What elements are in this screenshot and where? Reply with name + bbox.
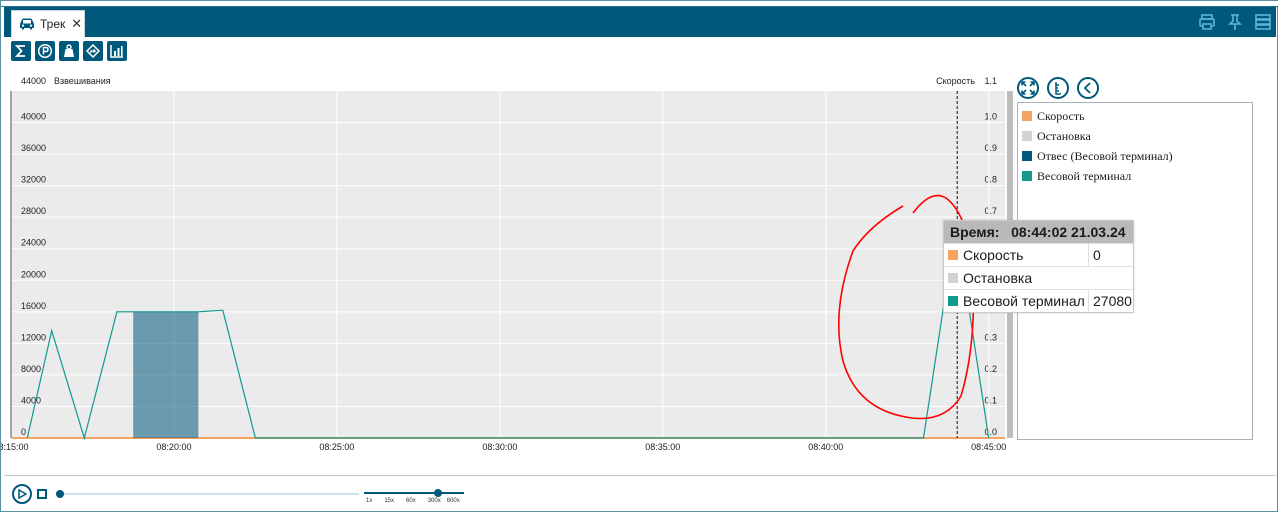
tooltip-row: Весовой терминал 27080 bbox=[944, 289, 1133, 312]
tooltip-row-label: Весовой терминал bbox=[963, 293, 1085, 309]
play-icon bbox=[18, 489, 27, 499]
x-tick-label: 08:20:00 bbox=[156, 442, 191, 452]
tooltip-row: Остановка bbox=[944, 266, 1133, 289]
tooltip-row-value: 0 bbox=[1093, 247, 1101, 263]
legend-label: Остановка bbox=[1037, 128, 1091, 143]
y-left-max-label: 44000 bbox=[21, 76, 46, 86]
legend-swatch bbox=[1022, 131, 1032, 141]
y-left-tick-label: 40000 bbox=[21, 112, 46, 122]
timeline-slider[interactable] bbox=[56, 490, 359, 498]
y-right-tick-label: 0.3 bbox=[984, 332, 997, 342]
x-tick-label: 08:40:00 bbox=[808, 442, 843, 452]
legend-label: Скорость bbox=[1037, 108, 1085, 123]
x-tick-label: 08:15:00 bbox=[1, 442, 29, 452]
y-right-tick-label: 0.2 bbox=[984, 364, 997, 374]
legend-label: Весовой терминал bbox=[1037, 168, 1132, 183]
y-right-title: Скорость bbox=[936, 76, 975, 86]
stop-button[interactable] bbox=[37, 489, 47, 499]
y-left-tick-label: 28000 bbox=[21, 206, 46, 216]
y-right-tick-label: 0.1 bbox=[984, 395, 997, 405]
y-left-tick-label: 24000 bbox=[21, 238, 46, 248]
legend-item-terminal[interactable]: Весовой терминал bbox=[1022, 166, 1252, 186]
tooltip-swatch bbox=[948, 250, 958, 260]
tooltip-row-value bbox=[1089, 267, 1093, 289]
legend-swatch bbox=[1022, 151, 1032, 161]
speed-option[interactable]: 60x bbox=[406, 498, 416, 504]
tooltip-row-value: 27080 bbox=[1093, 293, 1132, 309]
play-button[interactable] bbox=[12, 484, 32, 504]
expand-button[interactable] bbox=[1017, 77, 1039, 99]
chart-controls bbox=[1017, 77, 1099, 99]
y-left-tick-label: 8000 bbox=[21, 364, 41, 374]
y-left-tick-label: 20000 bbox=[21, 269, 46, 279]
app-window: Трек ✕ 0 4000 8000 12000 16000 20000 24000 2800… bbox=[0, 0, 1278, 512]
y-right-tick-label: 0.8 bbox=[984, 175, 997, 185]
y-left-tick-label: 0 bbox=[21, 427, 26, 437]
tooltip-swatch bbox=[948, 273, 958, 283]
x-tick-label: 08:45:00 bbox=[971, 442, 1006, 452]
back-button[interactable] bbox=[1077, 77, 1099, 99]
speed-slider[interactable] bbox=[364, 489, 464, 497]
expand-icon bbox=[1021, 81, 1035, 95]
y-right-tick-label: 0.7 bbox=[984, 206, 997, 216]
tooltip-time-value: 08:44:02 21.03.24 bbox=[1011, 224, 1126, 240]
tooltip-time-label: Время: bbox=[950, 224, 1000, 240]
tooltip-row: Скорость 0 bbox=[944, 243, 1133, 266]
x-tick-label: 08:35:00 bbox=[645, 442, 680, 452]
speed-option[interactable]: 15x bbox=[384, 498, 394, 504]
legend-swatch bbox=[1022, 111, 1032, 121]
y-left-tick-label: 36000 bbox=[21, 143, 46, 153]
y-right-max-label: 1.1 bbox=[984, 76, 997, 86]
speed-labels: 1x 15x 60x 300x 600x bbox=[366, 498, 472, 504]
y-left-tick-label: 16000 bbox=[21, 301, 46, 311]
scale-button[interactable] bbox=[1047, 77, 1069, 99]
y-left-title: Взвешивания bbox=[54, 76, 111, 86]
tooltip-swatch bbox=[948, 296, 958, 306]
speed-handle[interactable] bbox=[434, 489, 442, 497]
y-left-tick-label: 4000 bbox=[21, 395, 41, 405]
x-tick-label: 08:30:00 bbox=[482, 442, 517, 452]
tooltip-row-label: Скорость bbox=[963, 247, 1024, 263]
y-right-tick-label: 0.9 bbox=[984, 143, 997, 153]
tooltip-header: Время: 08:44:02 21.03.24 bbox=[944, 221, 1133, 243]
speed-option[interactable]: 600x bbox=[447, 498, 460, 504]
y-left-tick-label: 12000 bbox=[21, 332, 46, 342]
y-right-tick-label: 0.0 bbox=[984, 427, 997, 437]
playback-bar: 1x 15x 60x 300x 600x bbox=[4, 475, 1276, 509]
chart-tooltip: Время: 08:44:02 21.03.24 Скорость 0 Оста… bbox=[943, 220, 1134, 313]
back-icon bbox=[1083, 82, 1091, 94]
legend-item-stop[interactable]: Остановка bbox=[1022, 126, 1252, 146]
timeline-handle[interactable] bbox=[56, 490, 64, 498]
speed-option[interactable]: 1x bbox=[366, 498, 372, 504]
legend-swatch bbox=[1022, 171, 1032, 181]
scale-icon bbox=[1055, 82, 1061, 95]
x-tick-label: 08:25:00 bbox=[319, 442, 354, 452]
y-left-tick-label: 32000 bbox=[21, 175, 46, 185]
legend-item-speed[interactable]: Скорость bbox=[1022, 106, 1252, 126]
legend-item-plumb[interactable]: Отвес (Весовой терминал) bbox=[1022, 146, 1252, 166]
legend-label: Отвес (Весовой терминал) bbox=[1037, 148, 1173, 163]
series-area bbox=[133, 311, 199, 438]
y-right-tick-label: 1.0 bbox=[984, 112, 997, 122]
tooltip-row-label: Остановка bbox=[963, 270, 1033, 286]
speed-option[interactable]: 300x bbox=[428, 498, 441, 504]
